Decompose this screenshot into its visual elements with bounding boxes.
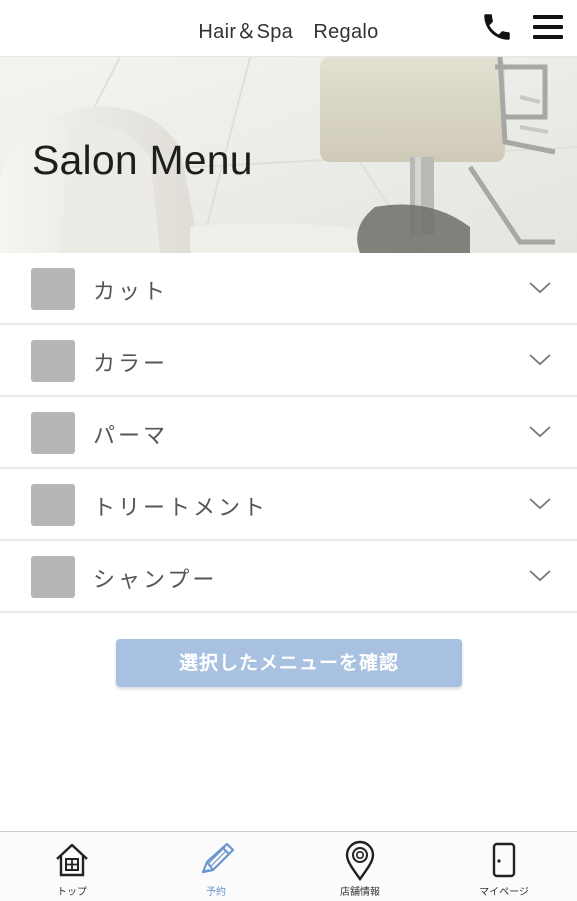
confirm-selection-button[interactable]: 選択したメニューを確認 bbox=[116, 639, 462, 687]
bottom-tab-bar: トップ 予約 店舗情報 マイページ bbox=[0, 831, 577, 901]
chevron-down-icon[interactable] bbox=[528, 351, 552, 369]
menu-item-label: トリートメント bbox=[93, 496, 269, 521]
menu-checkbox[interactable] bbox=[31, 412, 75, 454]
chevron-down-icon[interactable] bbox=[528, 495, 552, 513]
phone-icon[interactable] bbox=[480, 10, 514, 44]
tab-reservation[interactable]: 予約 bbox=[144, 832, 288, 901]
menu-item-cut[interactable]: カット bbox=[0, 253, 577, 325]
menu-item-perm[interactable]: パーマ bbox=[0, 397, 577, 469]
chevron-down-icon[interactable] bbox=[528, 279, 552, 297]
page-title: Salon Menu bbox=[32, 137, 253, 183]
menu-list: カット カラー パーマ トリートメント シャンプー bbox=[0, 253, 577, 613]
chevron-down-icon[interactable] bbox=[528, 423, 552, 441]
tab-store-info[interactable]: 店舗情報 bbox=[288, 832, 432, 901]
menu-item-label: カット bbox=[93, 280, 169, 305]
tab-label: 店舗情報 bbox=[340, 887, 380, 898]
pencil-icon bbox=[201, 842, 235, 874]
map-pin-icon bbox=[345, 840, 375, 882]
menu-checkbox[interactable] bbox=[31, 340, 75, 382]
menu-checkbox[interactable] bbox=[31, 484, 75, 526]
chevron-down-icon[interactable] bbox=[528, 567, 552, 585]
tab-mypage[interactable]: マイページ bbox=[432, 832, 576, 901]
menu-item-label: シャンプー bbox=[93, 568, 218, 593]
menu-item-shampoo[interactable]: シャンプー bbox=[0, 541, 577, 613]
app-header: Hair＆Spa Regalo bbox=[0, 0, 577, 57]
menu-item-treatment[interactable]: トリートメント bbox=[0, 469, 577, 541]
tab-label: 予約 bbox=[206, 887, 226, 898]
hero-banner: Salon Menu bbox=[0, 57, 577, 253]
menu-item-label: カラー bbox=[93, 352, 169, 377]
home-icon bbox=[56, 843, 88, 877]
tab-label: マイページ bbox=[479, 887, 529, 898]
door-icon bbox=[492, 842, 516, 878]
menu-checkbox[interactable] bbox=[31, 556, 75, 598]
menu-item-label: パーマ bbox=[93, 424, 169, 449]
tab-label: トップ bbox=[57, 887, 87, 898]
menu-item-color[interactable]: カラー bbox=[0, 325, 577, 397]
menu-checkbox[interactable] bbox=[31, 268, 75, 310]
tab-top[interactable]: トップ bbox=[0, 832, 144, 901]
hamburger-menu-icon[interactable] bbox=[530, 12, 566, 42]
